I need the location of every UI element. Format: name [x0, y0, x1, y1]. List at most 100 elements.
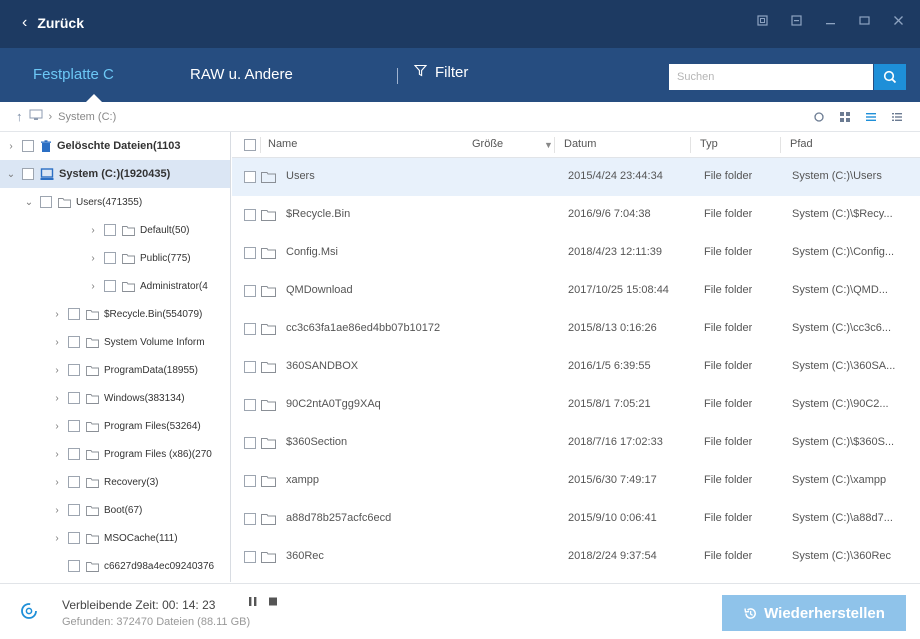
- chevron-right-icon[interactable]: ›: [50, 309, 64, 320]
- tree-checkbox[interactable]: [68, 308, 80, 320]
- detail-view-icon[interactable]: [890, 110, 904, 124]
- tree-checkbox[interactable]: [68, 364, 80, 376]
- tree-item-users[interactable]: ⌄ Users(471355): [0, 188, 230, 216]
- row-checkbox[interactable]: [244, 323, 256, 335]
- tree-checkbox[interactable]: [68, 560, 80, 572]
- chevron-down-icon[interactable]: ⌄: [4, 169, 18, 180]
- tree-item-deleted-files[interactable]: › Gelöschte Dateien(1103: [0, 132, 230, 160]
- preview-icon[interactable]: [812, 110, 826, 124]
- cell-name: 360SANDBOX: [286, 360, 359, 372]
- table-row[interactable]: a88d78b257acfc6ecd 2015/9/10 0:06:41 Fil…: [232, 500, 920, 538]
- tree-item-windows[interactable]: › Windows(383134): [0, 384, 230, 412]
- tree-item-system-volume[interactable]: › System Volume Inform: [0, 328, 230, 356]
- tree-item-msocache[interactable]: › MSOCache(111): [0, 524, 230, 552]
- chevron-right-icon[interactable]: ›: [50, 337, 64, 348]
- tree-checkbox[interactable]: [104, 224, 116, 236]
- tree-item-program-files-x86[interactable]: › Program Files (x86)(270: [0, 440, 230, 468]
- arrow-up-icon[interactable]: ↑: [16, 109, 23, 124]
- table-row[interactable]: 360SANDBOX 2016/1/5 6:39:55 File folder …: [232, 348, 920, 386]
- table-row[interactable]: $Recycle.Bin 2016/9/6 7:04:38 File folde…: [232, 196, 920, 234]
- tab-festplatte-c[interactable]: Festplatte C: [33, 66, 114, 83]
- tree-checkbox[interactable]: [22, 168, 34, 180]
- table-row[interactable]: Config.Msi 2018/4/23 12:11:39 File folde…: [232, 234, 920, 272]
- chevron-right-icon[interactable]: ›: [50, 365, 64, 376]
- table-row[interactable]: Users 2015/4/24 23:44:34 File folder Sys…: [232, 158, 920, 196]
- chevron-right-icon[interactable]: ›: [86, 281, 100, 292]
- row-checkbox[interactable]: [244, 171, 256, 183]
- select-all-checkbox[interactable]: [244, 139, 256, 151]
- chevron-right-icon[interactable]: ›: [50, 505, 64, 516]
- cell-date: 2015/8/1 7:05:21: [568, 398, 651, 410]
- tree-item-boot[interactable]: › Boot(67): [0, 496, 230, 524]
- column-header-name[interactable]: Name: [268, 138, 297, 150]
- table-row[interactable]: QMDownload 2017/10/25 15:08:44 File fold…: [232, 272, 920, 310]
- row-checkbox[interactable]: [244, 513, 256, 525]
- tree-checkbox[interactable]: [68, 336, 80, 348]
- chevron-right-icon[interactable]: ›: [86, 253, 100, 264]
- chevron-right-icon[interactable]: ›: [50, 533, 64, 544]
- row-checkbox[interactable]: [244, 475, 256, 487]
- list-view-icon[interactable]: [864, 110, 878, 124]
- chevron-right-icon[interactable]: ›: [50, 393, 64, 404]
- grid-view-icon[interactable]: [838, 110, 852, 124]
- row-checkbox[interactable]: [244, 361, 256, 373]
- tree-checkbox[interactable]: [68, 448, 80, 460]
- table-row[interactable]: $360Section 2018/7/16 17:02:33 File fold…: [232, 424, 920, 462]
- tree-item-programdata[interactable]: › ProgramData(18955): [0, 356, 230, 384]
- tree-checkbox[interactable]: [40, 196, 52, 208]
- table-row[interactable]: cc3c63fa1ae86ed4bb07b10172 2015/8/13 0:1…: [232, 310, 920, 348]
- table-row[interactable]: 360Rec 2018/2/24 9:37:54 File folder Sys…: [232, 538, 920, 576]
- tree-checkbox[interactable]: [104, 252, 116, 264]
- folder-icon: [261, 399, 276, 411]
- fullscreen-icon[interactable]: [856, 14, 872, 29]
- tree-item-c6627[interactable]: c6627d98a4ec09240376: [0, 552, 230, 580]
- row-checkbox[interactable]: [244, 285, 256, 297]
- minimize-icon[interactable]: [822, 14, 838, 29]
- table-row[interactable]: xampp 2015/6/30 7:49:17 File folder Syst…: [232, 462, 920, 500]
- tree-checkbox[interactable]: [68, 476, 80, 488]
- filter-button[interactable]: Filter: [413, 64, 468, 81]
- tree-item-recycle-bin[interactable]: › $Recycle.Bin(554079): [0, 300, 230, 328]
- column-header-date[interactable]: Datum: [564, 138, 596, 150]
- chevron-right-icon[interactable]: ›: [86, 225, 100, 236]
- close-icon[interactable]: [890, 14, 906, 29]
- search-button[interactable]: [874, 64, 906, 90]
- tree-item-administrator[interactable]: › Administrator(4: [0, 272, 230, 300]
- chevron-right-icon[interactable]: ›: [50, 421, 64, 432]
- folder-icon: [261, 209, 276, 221]
- tree-checkbox[interactable]: [104, 280, 116, 292]
- restore-icon[interactable]: [754, 14, 770, 29]
- chevron-right-icon[interactable]: ›: [4, 141, 18, 152]
- tab-raw-andere[interactable]: RAW u. Andere: [190, 66, 293, 83]
- tree-checkbox[interactable]: [68, 392, 80, 404]
- tree-item-default[interactable]: › Default(50): [0, 216, 230, 244]
- column-header-path[interactable]: Pfad: [790, 138, 813, 150]
- row-checkbox[interactable]: [244, 551, 256, 563]
- tree-item-program-files[interactable]: › Program Files(53264): [0, 412, 230, 440]
- breadcrumb-item[interactable]: System (C:): [58, 111, 116, 123]
- chevron-right-icon[interactable]: ›: [50, 477, 64, 488]
- chevron-right-icon[interactable]: ›: [50, 449, 64, 460]
- row-checkbox[interactable]: [244, 399, 256, 411]
- maximize-icon[interactable]: [788, 14, 804, 29]
- row-checkbox[interactable]: [244, 247, 256, 259]
- search-input[interactable]: [669, 64, 873, 90]
- column-header-type[interactable]: Typ: [700, 138, 718, 150]
- tree-checkbox[interactable]: [68, 420, 80, 432]
- tree-item-public[interactable]: › Public(775): [0, 244, 230, 272]
- column-header-size[interactable]: Größe: [472, 138, 503, 150]
- back-button[interactable]: ‹ Zurück: [22, 14, 84, 32]
- row-checkbox[interactable]: [244, 437, 256, 449]
- recover-button[interactable]: Wiederherstellen: [722, 595, 906, 631]
- stop-icon[interactable]: [268, 596, 278, 610]
- row-checkbox[interactable]: [244, 209, 256, 221]
- tree-checkbox[interactable]: [22, 140, 34, 152]
- chevron-down-icon[interactable]: ⌄: [22, 197, 36, 208]
- sort-desc-icon[interactable]: ▼: [544, 140, 553, 150]
- tree-item-recovery[interactable]: › Recovery(3): [0, 468, 230, 496]
- tree-item-system-c[interactable]: ⌄ System (C:)(1920435): [0, 160, 230, 188]
- tree-checkbox[interactable]: [68, 504, 80, 516]
- pause-icon[interactable]: [248, 596, 258, 610]
- table-row[interactable]: 90C2ntA0Tgg9XAq 2015/8/1 7:05:21 File fo…: [232, 386, 920, 424]
- tree-checkbox[interactable]: [68, 532, 80, 544]
